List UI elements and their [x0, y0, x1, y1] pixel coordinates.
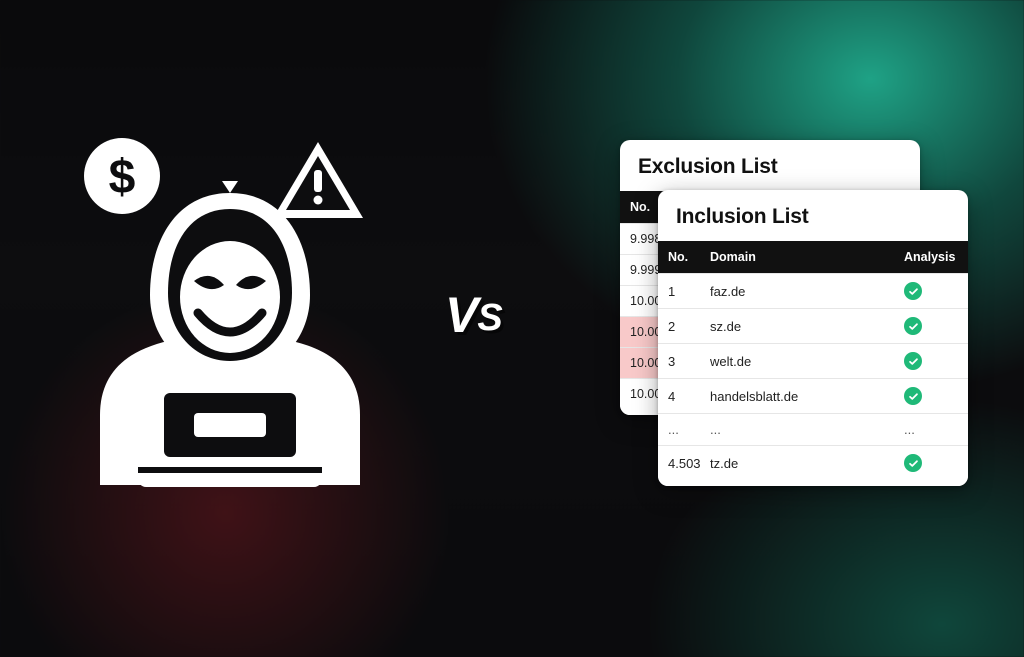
- hacker-illustration: $: [60, 130, 400, 500]
- inclusion-row-no: 3: [658, 344, 700, 379]
- check-icon: [904, 387, 922, 405]
- table-row: .........: [658, 414, 968, 446]
- inclusion-row-no: 2: [658, 309, 700, 344]
- inclusion-row-no: 4: [658, 379, 700, 414]
- inclusion-list-title: Inclusion List: [658, 190, 968, 241]
- check-icon: [904, 282, 922, 300]
- inclusion-row-domain: faz.de: [700, 274, 894, 309]
- inclusion-row-no: 4.503: [658, 446, 700, 487]
- hacker-body: [100, 181, 360, 487]
- list-cards-stack: Exclusion List No. 9.998 9.999 10.000 10…: [620, 140, 970, 510]
- table-row: 4.503tz.de: [658, 446, 968, 487]
- exclusion-list-title: Exclusion List: [620, 140, 920, 191]
- dollar-icon: $: [84, 138, 160, 214]
- inclusion-row-domain: handelsblatt.de: [700, 379, 894, 414]
- inclusion-row-domain: tz.de: [700, 446, 894, 487]
- inclusion-row-analysis: [894, 274, 968, 309]
- inclusion-row-domain: welt.de: [700, 344, 894, 379]
- table-row: 2sz.de: [658, 309, 968, 344]
- hacker-svg: $: [60, 130, 400, 500]
- inclusion-row-analysis: [894, 344, 968, 379]
- check-icon: [904, 454, 922, 472]
- inclusion-table: No. Domain Analysis 1faz.de2sz.de3welt.d…: [658, 241, 968, 486]
- warning-icon: [273, 142, 363, 218]
- inclusion-list-card: Inclusion List No. Domain Analysis 1faz.…: [658, 190, 968, 486]
- check-icon: [904, 317, 922, 335]
- inclusion-row-analysis: ...: [894, 414, 968, 446]
- svg-text:$: $: [109, 151, 136, 204]
- inclusion-row-analysis: [894, 379, 968, 414]
- laptop-icon: [138, 381, 322, 487]
- inclusion-row-no: 1: [658, 274, 700, 309]
- check-icon: [904, 352, 922, 370]
- table-row: 4handelsblatt.de: [658, 379, 968, 414]
- inclusion-row-analysis: [894, 446, 968, 487]
- inclusion-row-domain: ...: [700, 414, 894, 446]
- inclusion-row-no: ...: [658, 414, 700, 446]
- inclusion-col-no: No.: [658, 241, 700, 274]
- table-row: 3welt.de: [658, 344, 968, 379]
- inclusion-col-domain: Domain: [700, 241, 894, 274]
- inclusion-row-analysis: [894, 309, 968, 344]
- table-row: 1faz.de: [658, 274, 968, 309]
- vs-label: VS: [445, 286, 502, 344]
- inclusion-col-analysis: Analysis: [894, 241, 968, 274]
- inclusion-row-domain: sz.de: [700, 309, 894, 344]
